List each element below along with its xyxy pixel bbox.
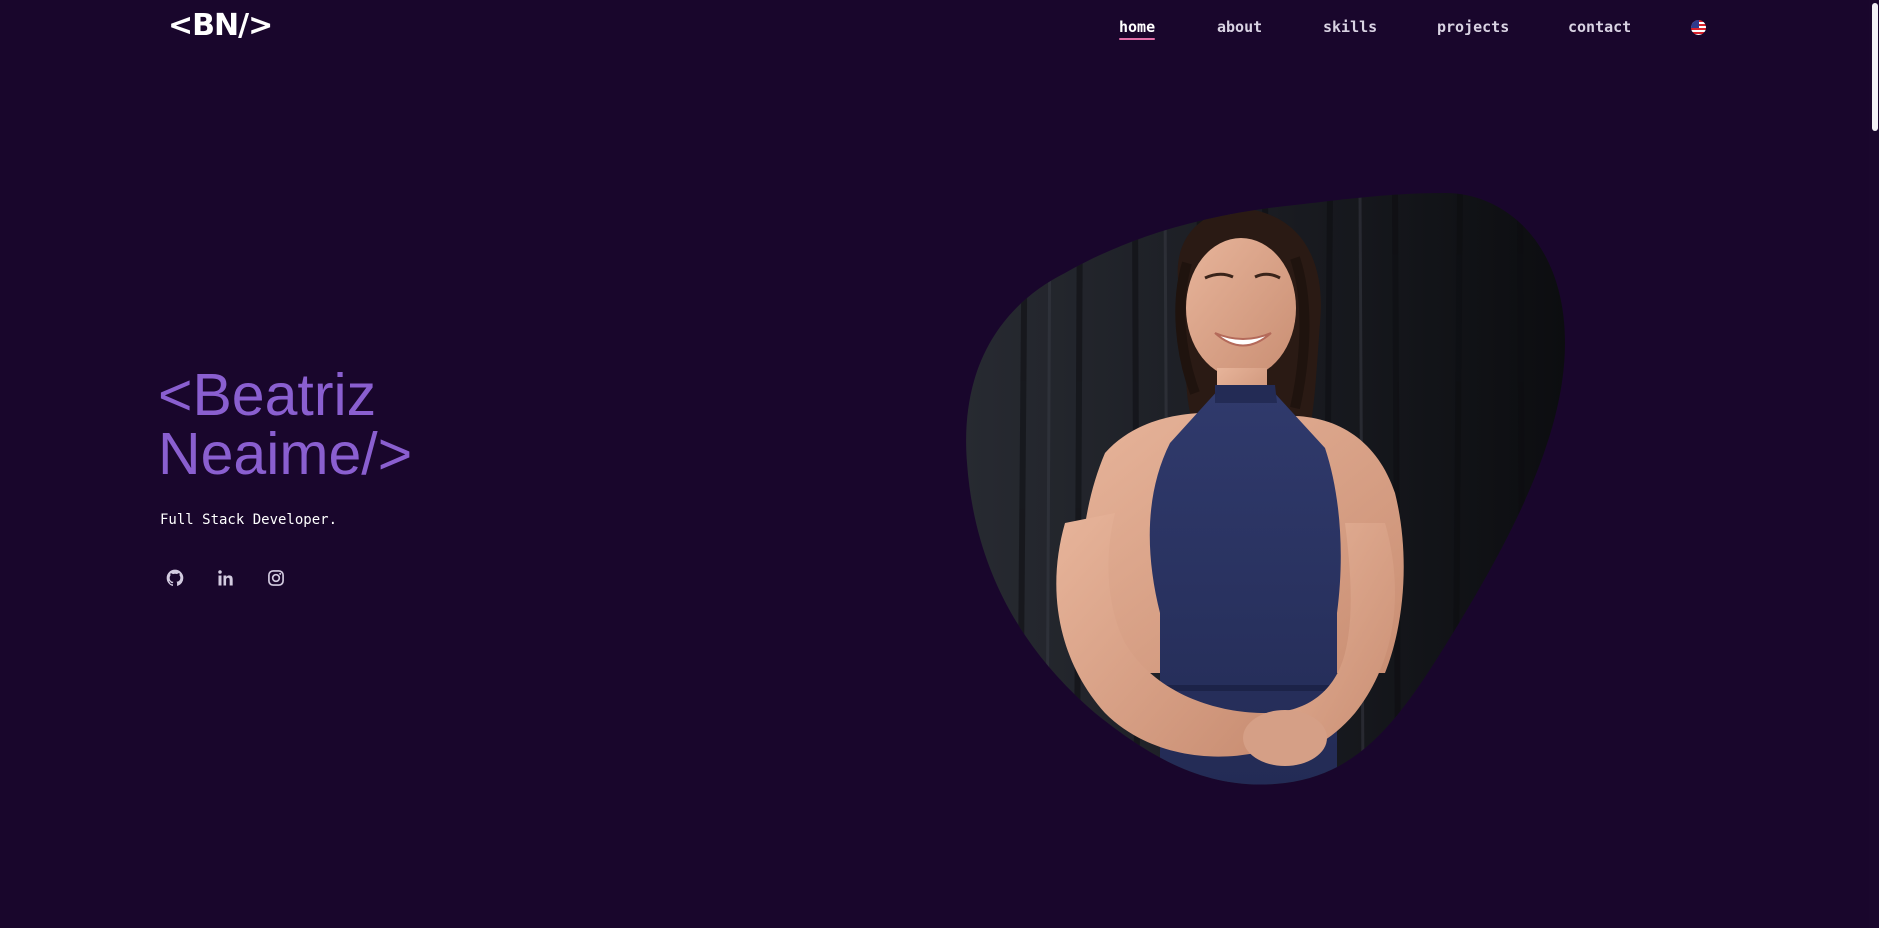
instagram-icon[interactable] [266,568,286,588]
portrait-photo [965,193,1567,785]
hero-title-line1: <Beatriz [158,362,377,428]
logo[interactable]: <BN/> [168,5,273,47]
scrollbar-thumb[interactable] [1872,3,1878,131]
linkedin-icon[interactable] [216,568,236,588]
nav-about[interactable]: about [1217,17,1262,37]
nav-skills[interactable]: skills [1323,17,1377,37]
hero-title-line2: Neaime/> [158,421,413,487]
nav-home[interactable]: home [1119,17,1156,40]
hero-subtitle: Full Stack Developer. [160,512,338,528]
site-header: <BN/> home about skills projects contact [0,0,1869,56]
nav-projects[interactable]: projects [1437,17,1509,37]
scrollbar[interactable] [1869,0,1879,928]
hero-title: <Beatriz Neaime/> [158,366,578,484]
us-flag-icon[interactable] [1691,20,1706,35]
github-icon[interactable] [165,568,185,588]
nav-contact[interactable]: contact [1568,17,1631,37]
